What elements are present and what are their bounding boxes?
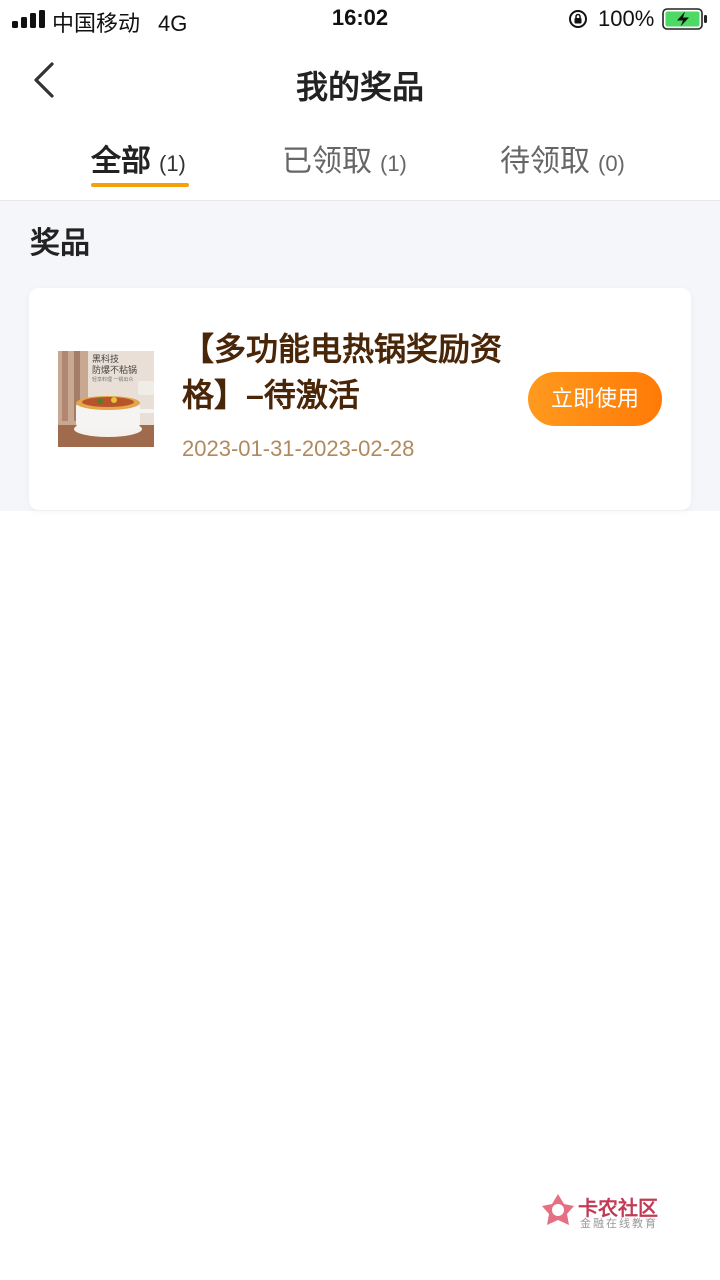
use-now-button[interactable]: 立即使用 <box>528 372 662 426</box>
page-title: 我的奖品 <box>295 69 424 105</box>
kanong-logo-icon <box>542 1194 574 1225</box>
active-tab-indicator <box>91 183 189 187</box>
prize-date-range: 2023-01-31-2023-02-28 <box>182 436 415 461</box>
thumb-text-2: 防爆不粘锅 <box>92 365 138 375</box>
tab-all[interactable]: 全部 (1) <box>91 136 186 180</box>
battery-charging-icon <box>662 8 707 30</box>
tab-received[interactable]: 已领取 (1) <box>282 136 407 180</box>
thumb-text-3: 轻享料理 一锅出众 <box>92 377 134 383</box>
tab-all-label: 全部 <box>91 145 151 178</box>
tab-all-count: (1) <box>159 151 186 176</box>
prize-thumbnail: 黑科技 防爆不粘锅 轻享料理 一锅出众 <box>58 351 154 447</box>
tab-received-count: (1) <box>380 151 407 176</box>
rotation-lock-icon <box>569 10 587 28</box>
tab-pending-label: 待领取 <box>500 145 590 178</box>
section-title: 奖品 <box>30 227 90 260</box>
thumb-text-1: 黑科技 <box>92 354 120 364</box>
battery-percent: 100% <box>598 6 655 31</box>
status-bar: 中国移动 4G 16:02 100% <box>0 0 720 40</box>
tab-received-label: 已领取 <box>282 145 372 178</box>
prize-name: 【多功能电热锅奖励资格】–待激活 <box>182 331 503 413</box>
tab-pending-count: (0) <box>598 151 625 176</box>
tab-pending[interactable]: 待领取 (0) <box>500 136 625 180</box>
watermark-subtitle: 金融在线教育 <box>580 1218 658 1230</box>
